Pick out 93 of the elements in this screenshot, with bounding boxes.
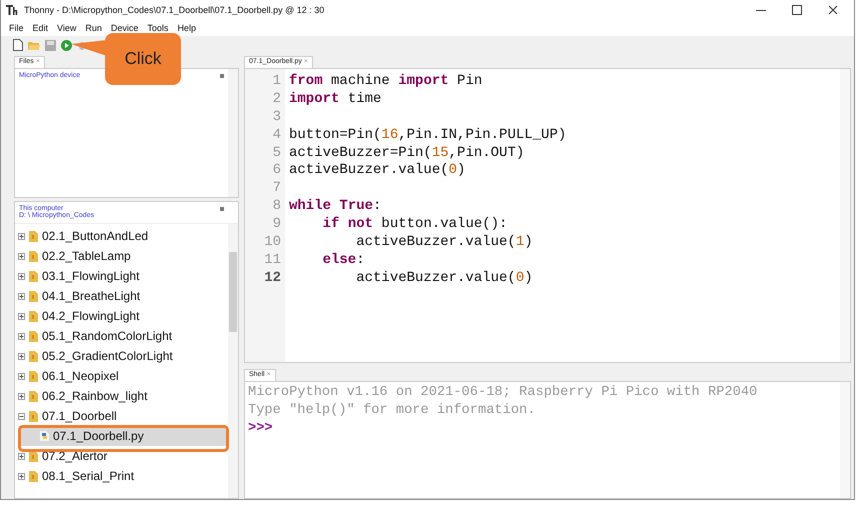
scrollbar[interactable] bbox=[840, 69, 850, 362]
code-line: else: bbox=[322, 252, 366, 270]
expand-icon[interactable] bbox=[18, 292, 25, 300]
menu-item[interactable]: Tools bbox=[147, 23, 168, 33]
folder-icon bbox=[29, 290, 38, 302]
expand-icon[interactable] bbox=[18, 472, 25, 480]
expand-icon[interactable] bbox=[18, 392, 25, 400]
app-icon bbox=[6, 4, 18, 16]
code-line: activeBuzzer.value(0) bbox=[289, 162, 466, 180]
line-number: 4 bbox=[272, 126, 281, 145]
tree-item[interactable]: 06.1_Neopixel bbox=[15, 366, 228, 386]
tree-item[interactable]: 04.2_FlowingLight bbox=[15, 306, 228, 326]
folder-icon bbox=[29, 370, 38, 382]
tree-item[interactable]: 06.2_Rainbow_light bbox=[15, 386, 228, 406]
folder-icon bbox=[29, 270, 38, 282]
menu-item[interactable]: Run bbox=[85, 23, 102, 33]
code-line: button=Pin(16,Pin.IN,Pin.PULL_UP) bbox=[289, 126, 568, 145]
line-number: 11 bbox=[263, 252, 281, 270]
tree-item-label: 07.1_Doorbell bbox=[42, 409, 117, 423]
folder-icon bbox=[29, 310, 38, 322]
tree-item-label: 08.1_Serial_Print bbox=[42, 469, 134, 483]
line-number: 6 bbox=[272, 162, 281, 180]
folder-icon bbox=[29, 390, 38, 402]
expand-icon[interactable] bbox=[18, 372, 25, 380]
tree-item-label: 06.1_Neopixel bbox=[42, 369, 119, 383]
line-number: 10 bbox=[263, 234, 281, 252]
expand-icon[interactable] bbox=[18, 452, 25, 460]
expand-icon[interactable] bbox=[18, 252, 25, 260]
menu-item[interactable]: Device bbox=[110, 23, 138, 33]
folder-icon bbox=[29, 470, 38, 482]
folder-icon bbox=[29, 230, 38, 242]
tree-item-label: 05.1_RandomColorLight bbox=[42, 329, 172, 343]
line-number: 7 bbox=[272, 180, 281, 198]
collapse-icon[interactable] bbox=[18, 412, 25, 420]
code-line: while True: bbox=[289, 198, 382, 216]
menu-item[interactable]: Edit bbox=[32, 23, 48, 33]
shell-prompt: >>> bbox=[248, 420, 274, 438]
scrollbar[interactable] bbox=[228, 224, 238, 498]
tree-item[interactable]: 05.1_RandomColorLight bbox=[15, 326, 228, 346]
tree-item-label: 07.1_Doorbell.py bbox=[53, 429, 144, 443]
code-line: activeBuzzer.value(1) bbox=[355, 234, 534, 252]
run-icon[interactable] bbox=[61, 40, 72, 50]
expand-icon[interactable] bbox=[18, 312, 25, 320]
tree-item[interactable]: 03.1_FlowingLight bbox=[15, 266, 228, 286]
new-file-icon[interactable] bbox=[13, 39, 23, 51]
tree-item-label: 04.1_BreatheLight bbox=[42, 289, 140, 303]
code-line: import time bbox=[289, 90, 382, 109]
callout: Click bbox=[105, 33, 181, 85]
menu-item[interactable]: Help bbox=[177, 23, 196, 33]
window-title: Thonny - D:\Micropython_Codes\07.1_Doorbell\07.1_Doorbell.py @ 12 : 30 bbox=[24, 5, 324, 15]
menu-item[interactable]: File bbox=[9, 23, 24, 33]
shell-output: Type "help()" for more information. bbox=[248, 402, 536, 420]
tree-item-label: 04.2_FlowingLight bbox=[42, 309, 140, 323]
folder-icon bbox=[29, 350, 38, 362]
tree-item-label: 07.2_Alertor bbox=[42, 449, 108, 463]
line-number: 1 bbox=[272, 73, 281, 91]
line-number: 8 bbox=[272, 198, 281, 216]
line-number: 12 bbox=[263, 270, 281, 288]
tree-item[interactable]: 02.2_TableLamp bbox=[15, 246, 228, 266]
tree-item[interactable]: 02.1_ButtonAndLed bbox=[15, 226, 228, 246]
line-number: 5 bbox=[272, 144, 281, 162]
tree-item[interactable]: 07.2_Alertor bbox=[15, 446, 228, 466]
code-line: from machine import Pin bbox=[289, 73, 484, 91]
tree-item[interactable]: 05.2_GradientColorLight bbox=[15, 346, 228, 366]
line-number: 2 bbox=[272, 90, 281, 109]
menu-item[interactable]: View bbox=[57, 23, 76, 33]
maximize-icon[interactable] bbox=[792, 5, 802, 15]
code-line: if not button.value(): bbox=[322, 216, 508, 234]
close-icon[interactable] bbox=[828, 5, 838, 15]
shell-output: MicroPython v1.16 on 2021-06-18; Raspberry Pi Pico with RP2040 bbox=[248, 384, 758, 402]
expand-icon[interactable] bbox=[18, 332, 25, 340]
line-number: 3 bbox=[272, 108, 281, 127]
scrollbar[interactable] bbox=[840, 382, 850, 498]
expand-icon[interactable] bbox=[18, 272, 25, 280]
code-line: activeBuzzer.value(0) bbox=[355, 270, 534, 288]
tree-item[interactable]: 04.1_BreatheLight bbox=[15, 286, 228, 306]
tree-item-label: 03.1_FlowingLight bbox=[42, 269, 140, 283]
tree-item-label: 02.1_ButtonAndLed bbox=[42, 229, 148, 243]
folder-icon bbox=[29, 250, 38, 262]
line-number: 9 bbox=[272, 216, 281, 234]
folder-icon bbox=[29, 410, 38, 422]
callout-pointer bbox=[71, 40, 107, 56]
code-line: activeBuzzer=Pin(15,Pin.OUT) bbox=[289, 144, 526, 162]
folder-icon bbox=[29, 330, 38, 342]
tree-item-label: 06.2_Rainbow_light bbox=[42, 389, 148, 403]
scrollbar[interactable] bbox=[228, 69, 238, 197]
tree-item[interactable]: 08.1_Serial_Print bbox=[15, 466, 228, 486]
tree-item-label: 05.2_GradientColorLight bbox=[42, 349, 173, 363]
tree-item[interactable]: 07.1_Doorbell bbox=[15, 406, 228, 426]
python-file-icon bbox=[40, 431, 49, 441]
expand-icon[interactable] bbox=[18, 232, 25, 240]
tree-item-label: 02.2_TableLamp bbox=[42, 249, 131, 263]
expand-icon[interactable] bbox=[18, 352, 25, 360]
